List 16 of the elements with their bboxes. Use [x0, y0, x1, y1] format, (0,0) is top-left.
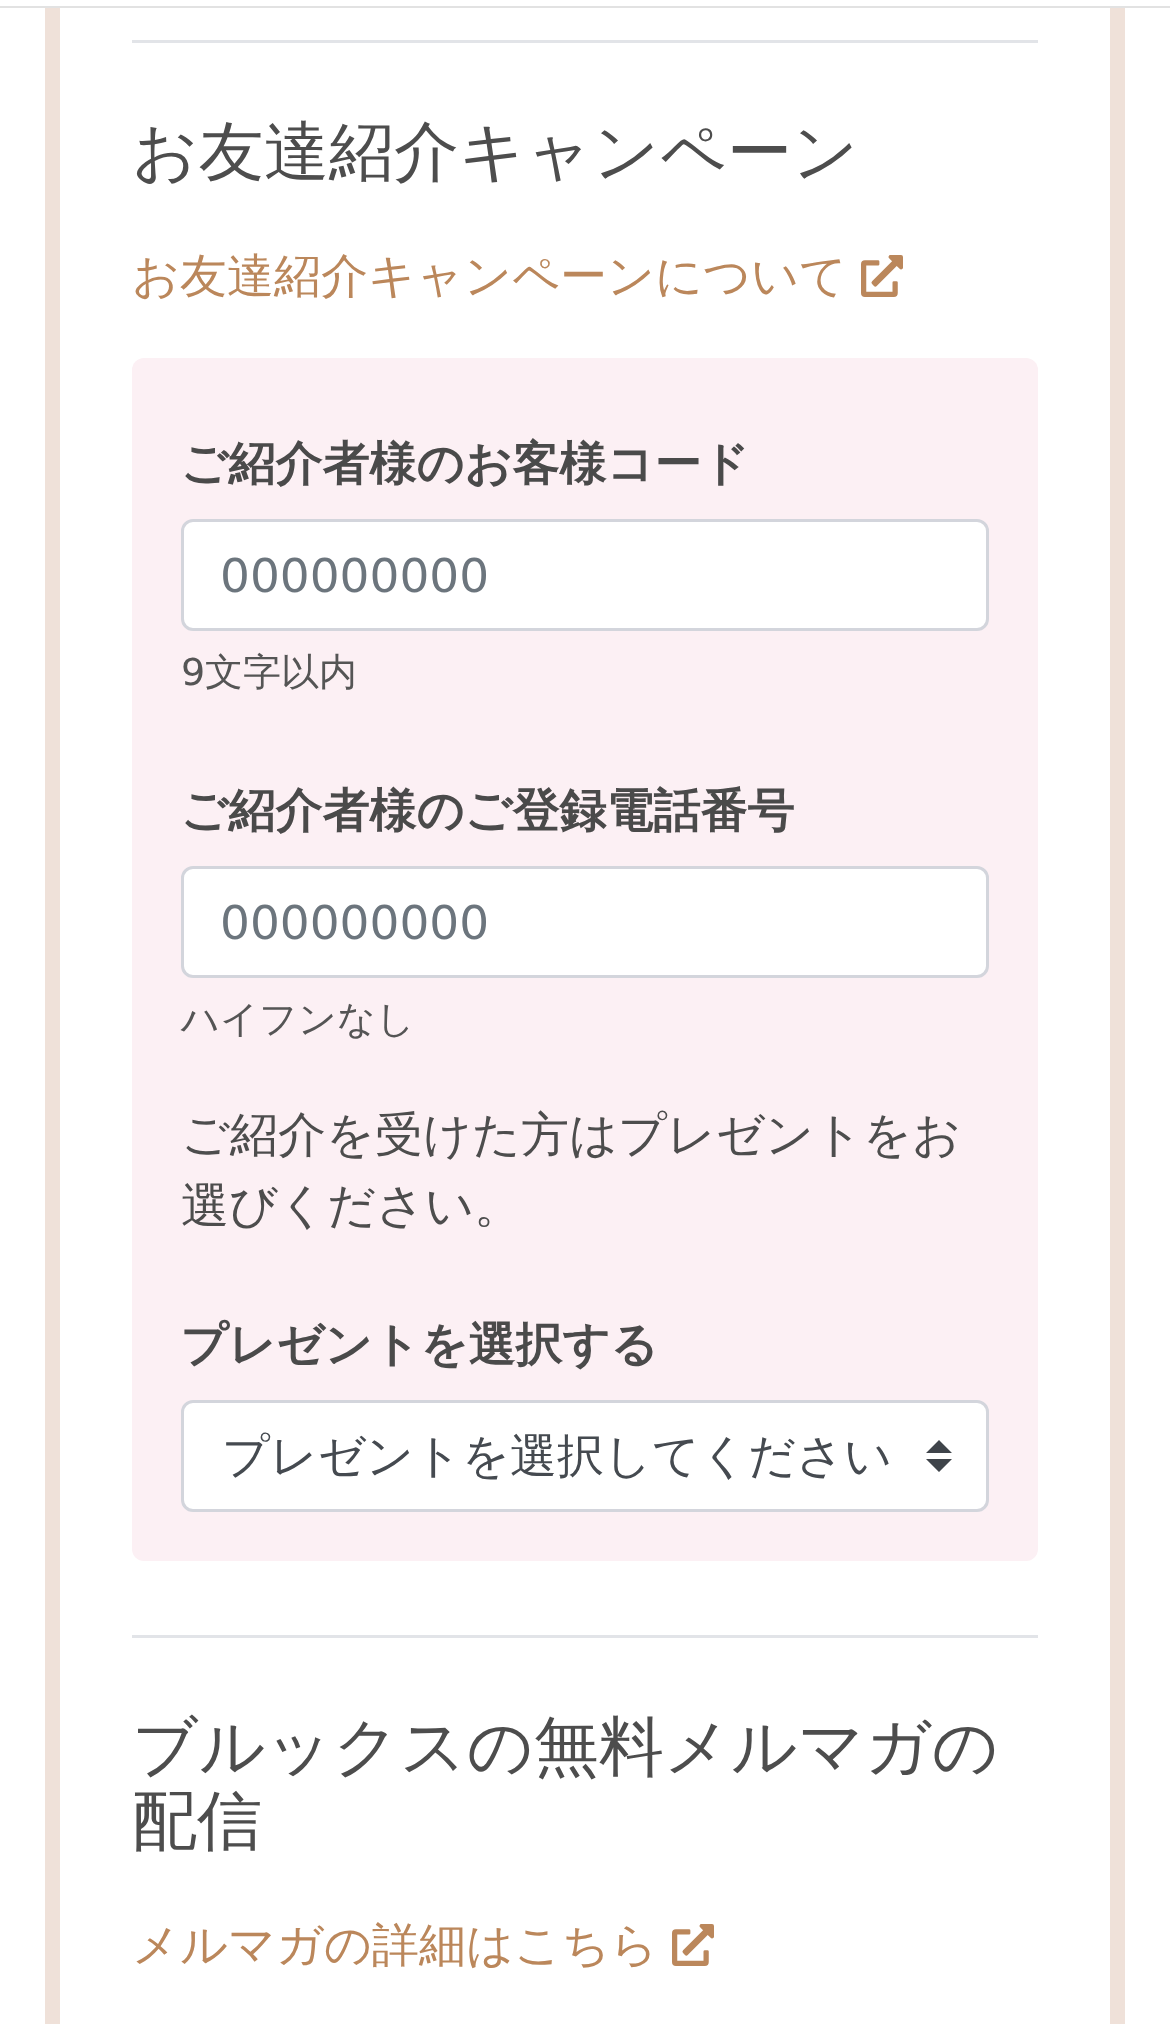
external-link-icon [861, 255, 903, 297]
field-label: ご紹介者様のお客様コード [181, 434, 751, 492]
select-field[interactable]: プレゼントを選択してください [181, 1400, 989, 1512]
external-link[interactable]: お友達紹介キャンペーンについて [132, 241, 903, 311]
section-heading: ブルックスの無料メルマガの配信 [132, 1710, 1000, 1858]
input-field[interactable]: 000000000 [181, 519, 989, 631]
help-text: 9文字以内 [181, 649, 359, 696]
external-link[interactable]: メルマガの詳細はこちら [132, 1910, 714, 1980]
section-heading: お友達紹介キャンペーン [132, 115, 860, 189]
field-label: ご紹介者様のご登録電話番号 [181, 781, 796, 839]
instruction-text: ご紹介を受けた方はプレゼントをお選びください。 [181, 1105, 962, 1235]
input-field[interactable]: 000000000 [181, 866, 989, 978]
up-down-caret-icon [926, 1440, 952, 1472]
external-link-icon [672, 1924, 714, 1966]
help-text: ハイフンなし [181, 996, 416, 1043]
field-label: プレゼントを選択する [181, 1315, 660, 1373]
